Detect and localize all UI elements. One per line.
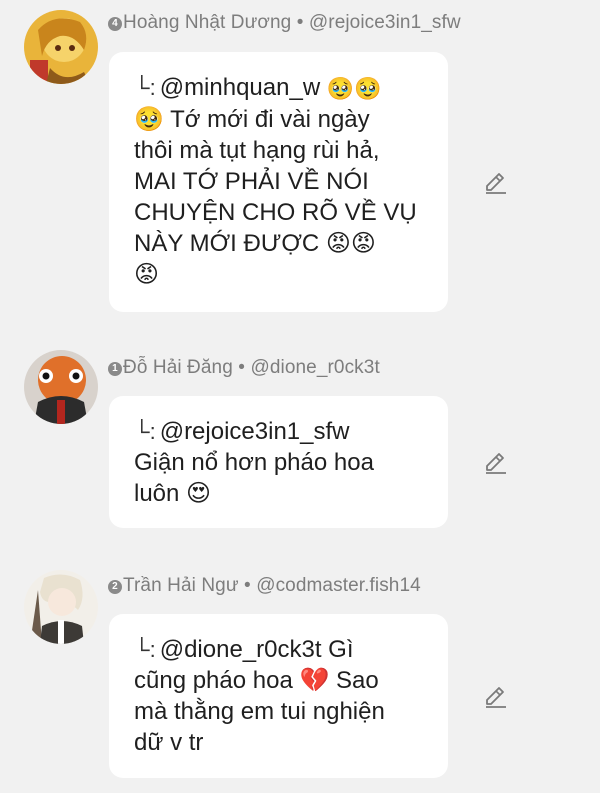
comment-bubble: └: @rejoice3in1_sfw Giận nổ hơn pháo hoa … — [109, 396, 448, 528]
reply-arrow-icon: └: — [134, 419, 156, 444]
rank-badge: 1 — [108, 362, 122, 376]
author-name[interactable]: Trần Hải Ngư — [123, 575, 239, 596]
reply-arrow-icon: └: — [134, 637, 156, 662]
comment-line: MAI TỚ PHẢI VỀ NÓI — [134, 168, 369, 195]
comment-line: cũng pháo hoa 💔 Sao — [134, 667, 379, 694]
comment-header: 4 Hoàng Nhật Dương • @rejoice3in1_sfw — [108, 12, 461, 34]
author-handle[interactable]: @dione_r0ck3t — [250, 357, 379, 378]
comment-line: 😡 — [134, 261, 160, 288]
reply-line: └: @minhquan_w 🥹🥹 — [134, 72, 424, 104]
pencil-edit-icon[interactable] — [483, 684, 509, 710]
rank-badge: 2 — [108, 580, 122, 594]
comment-header: 1 Đỗ Hải Đăng • @dione_r0ck3t — [108, 357, 380, 379]
comment-line: Giận nổ hơn pháo hoa — [134, 449, 374, 476]
reply-mention[interactable]: @dione_r0ck3t — [160, 636, 322, 663]
author-name[interactable]: Hoàng Nhật Dương — [123, 12, 291, 33]
reply-line: └: @rejoice3in1_sfw — [134, 416, 424, 447]
comment-bubble: └: @minhquan_w 🥹🥹 🥹 Tớ mới đi vài ngày th… — [109, 52, 448, 312]
reply-line: └: @dione_r0ck3t Gì — [134, 634, 424, 665]
reply-mention[interactable]: @rejoice3in1_sfw — [160, 418, 350, 445]
pencil-edit-icon[interactable] — [483, 170, 509, 196]
avatar[interactable] — [24, 570, 98, 644]
pencil-edit-icon[interactable] — [483, 450, 509, 476]
comment-line: CHUYỆN CHO RÕ VỀ VỤ — [134, 199, 417, 226]
comment-line: NÀY MỚI ĐƯỢC 😡😡 — [134, 230, 376, 257]
reply-arrow-icon: └: — [134, 75, 156, 100]
reply-emoji: 🥹🥹 — [326, 76, 382, 101]
separator-dot: • — [296, 12, 304, 33]
author-name[interactable]: Đỗ Hải Đăng — [123, 357, 233, 378]
avatar[interactable] — [24, 10, 98, 84]
reply-mention[interactable]: @minhquan_w — [160, 74, 320, 101]
avatar[interactable] — [24, 350, 98, 424]
author-handle[interactable]: @rejoice3in1_sfw — [309, 12, 461, 33]
separator-dot: • — [238, 357, 246, 378]
rank-badge: 4 — [108, 17, 122, 31]
separator-dot: • — [244, 575, 251, 596]
comment-bubble: └: @dione_r0ck3t Gì cũng pháo hoa 💔 Sao m… — [109, 614, 448, 778]
comment-line: luôn 😍 — [134, 480, 212, 507]
comment-line: dữ v tr — [134, 729, 204, 756]
comment-header: 2 Trần Hải Ngư • @codmaster.fish14 — [108, 575, 421, 597]
comment-line: mà thằng em tui nghiện — [134, 698, 385, 725]
author-handle[interactable]: @codmaster.fish14 — [256, 575, 421, 596]
reply-text: Gì — [321, 636, 354, 663]
comment-line: thôi mà tụt hạng rùi hả, — [134, 137, 380, 164]
comment-line: 🥹 Tớ mới đi vài ngày — [134, 106, 370, 133]
